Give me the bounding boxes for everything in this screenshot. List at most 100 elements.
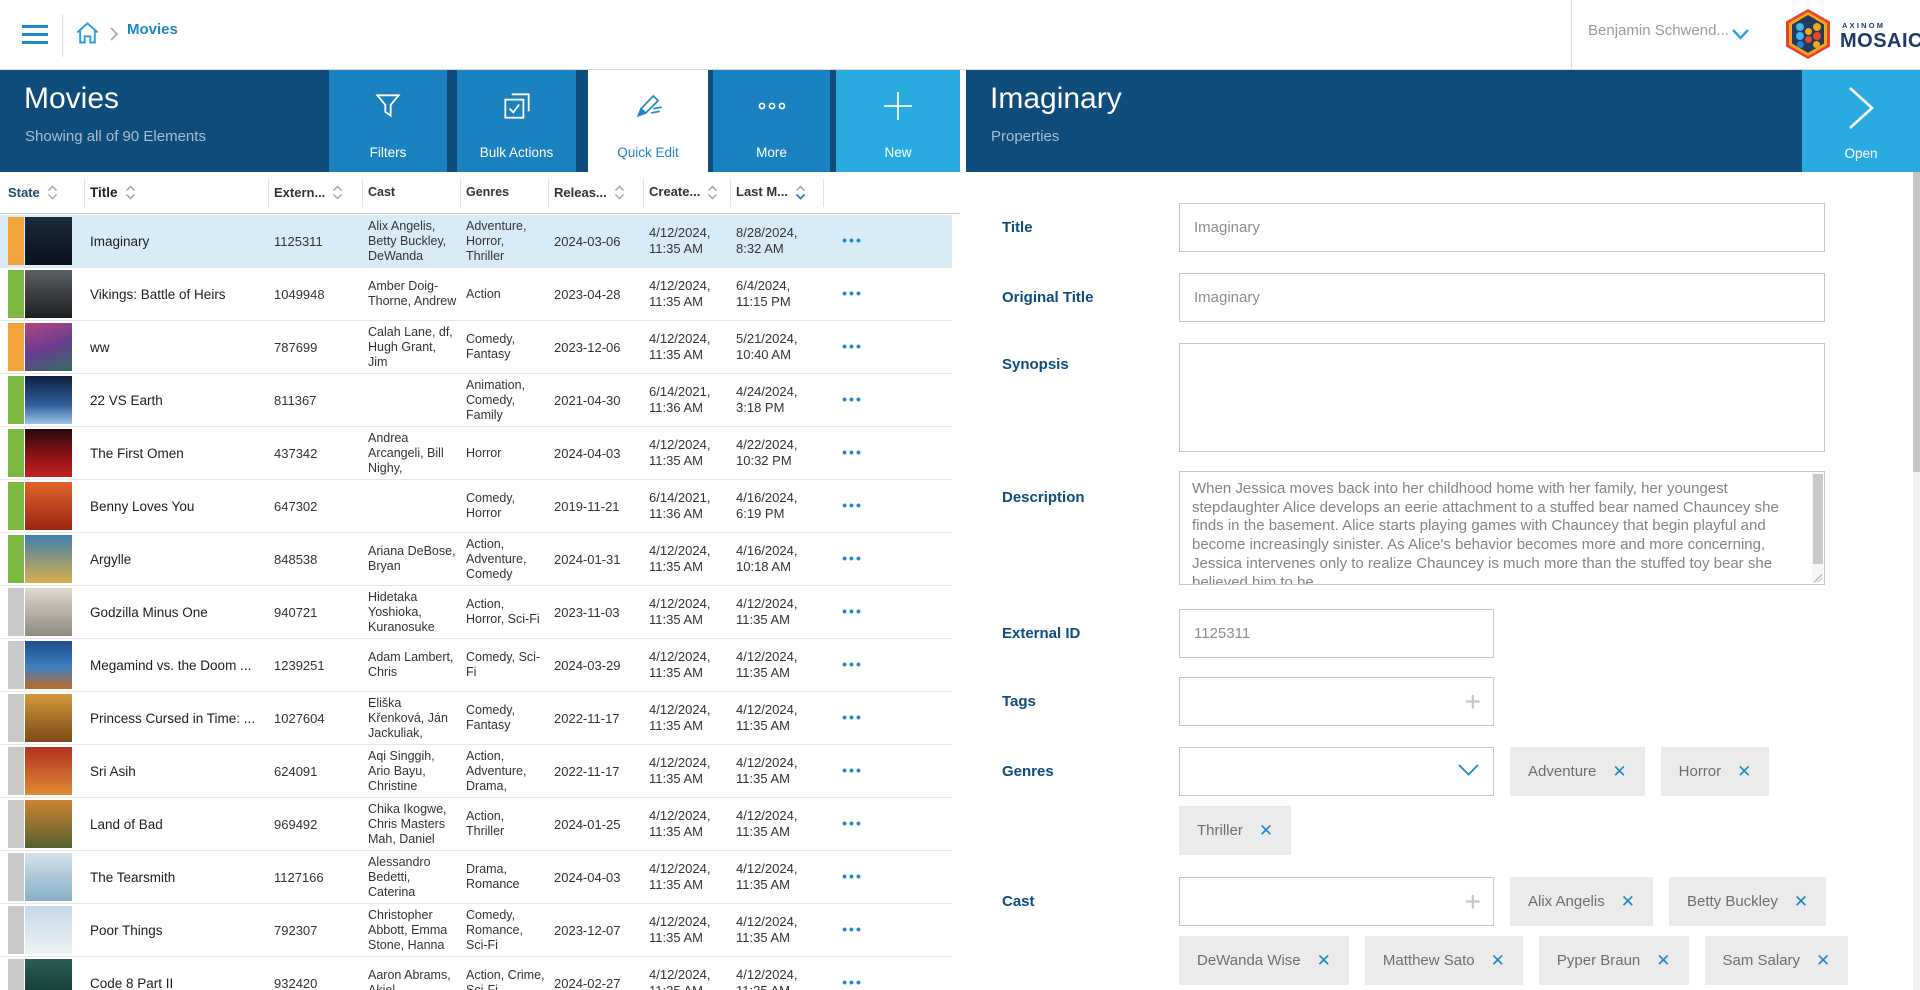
table-row[interactable]: Poor Things 792307 Christopher Abbott, E… [0,904,952,957]
external-id-input[interactable] [1179,609,1494,658]
row-actions-button[interactable]: ••• [842,338,863,354]
release-date-cell: 2024-02-27 [549,976,644,990]
row-actions-button[interactable]: ••• [842,497,863,513]
remove-chip-icon[interactable]: ✕ [1491,952,1505,969]
description-textarea[interactable]: When Jessica moves back into her childho… [1179,471,1825,585]
cast-chip: Matthew Sato ✕ [1365,936,1523,985]
created-date-cell: 4/12/2024, 11:35 AM [644,596,731,629]
column-header-cast[interactable]: Cast [363,179,461,207]
textarea-scrollbar-track [1812,473,1823,583]
row-actions-button[interactable]: ••• [842,391,863,407]
sort-icon[interactable] [707,185,718,200]
row-actions-button[interactable]: ••• [842,974,863,990]
movie-poster [25,694,72,742]
quick-edit-button[interactable]: Quick Edit [588,70,708,172]
modified-date-cell: 4/16/2024, 10:18 AM [731,543,824,576]
row-actions-button[interactable]: ••• [842,868,863,884]
table-row[interactable]: Sri Asih 624091 Aqi Singgih, Ario Bayu, … [0,745,952,798]
remove-chip-icon[interactable]: ✕ [1737,763,1751,780]
chevron-down-icon[interactable] [1732,27,1749,45]
remove-chip-icon[interactable]: ✕ [1317,952,1331,969]
resize-handle[interactable] [1814,574,1822,582]
row-actions-button[interactable]: ••• [842,444,863,460]
actions-cell: ••• [824,497,880,515]
table-row[interactable]: 22 VS Earth 811367 Animation, Comedy, Fa… [0,374,952,427]
remove-chip-icon[interactable]: ✕ [1612,763,1626,780]
column-header-release-date[interactable]: Releas... [549,179,644,207]
column-header-created[interactable]: Create... [644,179,731,207]
user-menu[interactable]: Benjamin Schwend... [1588,22,1729,39]
release-date-cell: 2024-04-03 [549,446,644,461]
more-icon [713,88,830,124]
panel-scrollbar-track [1913,172,1920,990]
table-row[interactable]: Megamind vs. the Doom ... 1239251 Adam L… [0,639,952,692]
cast-input[interactable]: + [1179,877,1494,926]
column-header-title[interactable]: Title [85,179,269,207]
column-header-external-id[interactable]: Extern... [269,179,363,207]
filters-button[interactable]: Filters [329,70,447,172]
table-row[interactable]: Argylle 848538 Ariana DeBose, Bryan Acti… [0,533,952,586]
cast-cell: Eliška Křenková, Ján Jackuliak, [363,696,461,741]
sort-icon[interactable] [125,185,136,200]
genres-dropdown[interactable] [1179,747,1494,796]
external-id-cell: 932420 [269,976,363,990]
add-tag-icon[interactable]: + [1465,688,1481,716]
home-icon[interactable] [74,20,101,52]
remove-chip-icon[interactable]: ✕ [1656,952,1670,969]
movie-title-cell: Megamind vs. the Doom ... [85,658,269,673]
table-row[interactable]: The First Omen 437342 Andrea Arcangeli, … [0,427,952,480]
hamburger-menu-icon[interactable] [22,25,48,44]
bulk-actions-button[interactable]: Bulk Actions [457,70,576,172]
sort-icon[interactable] [332,185,343,200]
sort-icon[interactable] [47,185,58,200]
modified-date-cell: 4/12/2024, 11:35 AM [731,755,824,788]
row-actions-button[interactable]: ••• [842,285,863,301]
results-count: Showing all of 90 Elements [25,128,206,145]
breadcrumb[interactable]: Movies [127,21,178,38]
row-actions-button[interactable]: ••• [842,550,863,566]
tags-input[interactable]: + [1179,677,1494,726]
table-row[interactable]: Imaginary 1125311 Alix Angelis, Betty Bu… [0,215,952,268]
row-actions-button[interactable]: ••• [842,762,863,778]
genres-cell: Comedy, Fantasy [461,332,549,362]
row-actions-button[interactable]: ••• [842,656,863,672]
add-cast-icon[interactable]: + [1465,888,1481,916]
row-actions-button[interactable]: ••• [842,815,863,831]
table-row[interactable]: Land of Bad 969492 Chika Ikogwe, Chris M… [0,798,952,851]
title-input[interactable] [1179,203,1825,252]
remove-chip-icon[interactable]: ✕ [1621,893,1635,910]
table-row[interactable]: Princess Cursed in Time: ... 1027604 Eli… [0,692,952,745]
sort-icon-active-desc[interactable] [795,185,806,200]
sort-icon[interactable] [614,185,625,200]
row-actions-button[interactable]: ••• [842,709,863,725]
selected-movie-title: Imaginary [990,82,1122,116]
table-row[interactable]: ww 787699 Calah Lane, df, Hugh Grant, Ji… [0,321,952,374]
new-button[interactable]: New [836,70,960,172]
row-actions-button[interactable]: ••• [842,603,863,619]
table-row[interactable]: Godzilla Minus One 940721 Hidetaka Yoshi… [0,586,952,639]
synopsis-textarea[interactable] [1179,343,1825,452]
column-header-genres[interactable]: Genres [461,179,549,207]
movie-title-cell: Benny Loves You [85,499,269,514]
table-row[interactable]: Vikings: Battle of Heirs 1049948 Amber D… [0,268,952,321]
row-actions-button[interactable]: ••• [842,921,863,937]
column-header-last-modified[interactable]: Last M... [731,179,824,207]
table-row[interactable]: Code 8 Part II 932420 Aaron Abrams, Akie… [0,957,952,990]
textarea-scrollbar-thumb[interactable] [1813,474,1823,564]
open-button[interactable]: Open [1802,70,1920,172]
more-button[interactable]: More [713,70,830,172]
column-header-state[interactable]: State [0,179,85,207]
publish-state-indicator [8,747,24,795]
remove-chip-icon[interactable]: ✕ [1259,822,1273,839]
remove-chip-icon[interactable]: ✕ [1794,893,1808,910]
row-actions-button[interactable]: ••• [842,232,863,248]
panel-scrollbar-thumb[interactable] [1913,172,1920,472]
actions-cell: ••• [824,868,880,886]
original-title-input[interactable] [1179,273,1825,322]
table-row[interactable]: Benny Loves You 647302 Comedy, Horror 20… [0,480,952,533]
modified-date-cell: 4/12/2024, 11:35 AM [731,649,824,682]
external-id-cell: 1239251 [269,658,363,673]
table-row[interactable]: The Tearsmith 1127166 Alessandro Bedetti… [0,851,952,904]
state-cell [0,376,85,424]
remove-chip-icon[interactable]: ✕ [1816,952,1830,969]
